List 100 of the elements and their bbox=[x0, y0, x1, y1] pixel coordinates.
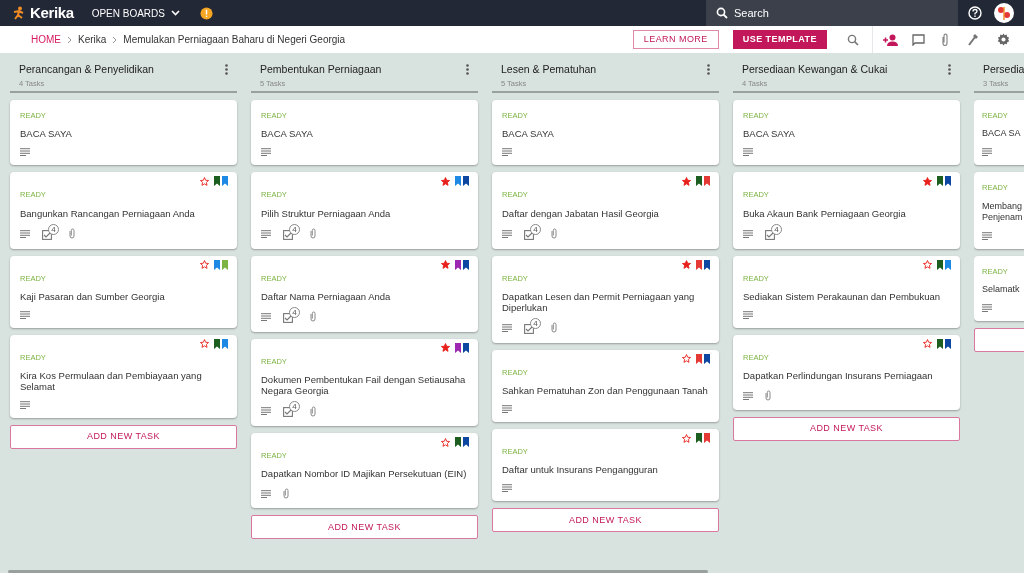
description-icon bbox=[20, 229, 30, 238]
checklist-count: 4 bbox=[289, 306, 300, 318]
star-icon[interactable] bbox=[441, 437, 450, 447]
star-icon[interactable] bbox=[441, 260, 450, 269]
attachment-icon bbox=[551, 322, 557, 334]
search-field[interactable]: Search bbox=[706, 0, 958, 26]
description-icon bbox=[261, 229, 271, 238]
column-title: Perancangan & Penyelidikan bbox=[19, 62, 155, 77]
open-boards-menu[interactable]: OPEN BOARDS bbox=[91, 5, 180, 21]
star-icon[interactable] bbox=[441, 176, 450, 186]
description-icon bbox=[502, 148, 512, 157]
use-template-button[interactable]: USE TEMPLATE bbox=[732, 30, 827, 49]
attachment-icon[interactable] bbox=[941, 32, 949, 47]
task-title: Bangunkan Rancangan Perniagaan Anda bbox=[20, 207, 196, 219]
star-icon[interactable] bbox=[682, 260, 691, 269]
task-title: Buka Akaun Bank Perniagaan Georgia bbox=[743, 207, 907, 219]
star-icon[interactable] bbox=[682, 354, 691, 364]
description-icon bbox=[261, 148, 271, 157]
more-options-icon[interactable] bbox=[948, 64, 951, 75]
description-icon bbox=[743, 310, 753, 319]
column-title: Persediaan Kewangan & Cukai bbox=[742, 62, 889, 77]
task-title: Daftar dengan Jabatan Hasil Georgia bbox=[502, 207, 660, 219]
task-title: Membang Penjenam bbox=[982, 200, 1024, 223]
star-icon[interactable] bbox=[923, 339, 932, 349]
checklist-count: 4 bbox=[289, 401, 300, 412]
star-icon[interactable] bbox=[923, 176, 932, 186]
add-person-icon[interactable] bbox=[883, 33, 898, 46]
description-icon bbox=[743, 148, 753, 157]
add-task-button[interactable]: ADD NEW TASK bbox=[492, 508, 719, 533]
search-icon bbox=[716, 7, 728, 19]
chevron-down-icon bbox=[171, 10, 180, 16]
star-icon[interactable] bbox=[682, 433, 691, 443]
description-icon bbox=[982, 303, 992, 312]
description-icon bbox=[502, 323, 512, 332]
checklist-count: 4 bbox=[530, 223, 541, 235]
description-icon bbox=[982, 231, 992, 240]
description-icon bbox=[502, 229, 512, 238]
task-title: Sediakan Sistem Perakaunan dan Pembukuan bbox=[743, 290, 941, 302]
description-icon bbox=[502, 484, 512, 493]
task-title: BACA SAYA bbox=[502, 128, 555, 140]
add-task-button[interactable]: ADD NEW TASK bbox=[733, 417, 960, 441]
attachment-icon bbox=[551, 228, 557, 239]
checklist-count: 4 bbox=[530, 317, 541, 329]
more-options-icon[interactable] bbox=[225, 64, 228, 75]
task-title: BACA SA bbox=[982, 128, 1022, 140]
task-title: Kira Kos Permulaan dan Pembiayaan yang Selamat bbox=[20, 370, 203, 392]
column-title: Lesen & Pematuhan bbox=[501, 62, 598, 77]
task-title: BACA SAYA bbox=[261, 128, 314, 140]
star-icon[interactable] bbox=[200, 339, 209, 349]
logo-text[interactable]: Kerika bbox=[30, 1, 74, 25]
description-icon bbox=[261, 407, 271, 415]
checklist-count: 4 bbox=[289, 223, 300, 235]
add-task-button[interactable]: ADD NEW TASK bbox=[251, 515, 478, 540]
star-icon[interactable] bbox=[200, 260, 209, 269]
task-title: Daftar Nama Perniagaan Anda bbox=[261, 290, 392, 302]
learn-more-button[interactable]: LEARN MORE bbox=[632, 30, 719, 49]
description-icon bbox=[982, 148, 992, 157]
task-title: BACA SAYA bbox=[20, 128, 73, 140]
horizontal-scrollbar[interactable] bbox=[8, 570, 708, 573]
more-options-icon[interactable] bbox=[466, 64, 469, 75]
more-options-icon[interactable] bbox=[707, 64, 710, 75]
column-title: Persedia bbox=[983, 62, 1024, 77]
star-icon[interactable] bbox=[441, 343, 450, 353]
task-title: Kaji Pasaran dan Sumber Georgia bbox=[20, 290, 166, 302]
avatar[interactable] bbox=[994, 3, 1014, 23]
add-task-button[interactable]: ADD NEW TASK bbox=[10, 425, 237, 449]
description-icon bbox=[20, 310, 30, 319]
description-icon bbox=[20, 148, 30, 157]
attachment-icon bbox=[310, 311, 316, 323]
help-icon[interactable] bbox=[968, 6, 982, 20]
star-icon[interactable] bbox=[200, 176, 209, 186]
comment-icon[interactable] bbox=[912, 33, 925, 46]
breadcrumb-link[interactable]: Kerika bbox=[78, 32, 107, 47]
checklist-count: 4 bbox=[771, 223, 782, 235]
attachment-icon bbox=[69, 228, 75, 239]
chevron-right-icon bbox=[112, 35, 118, 44]
wand-icon[interactable] bbox=[967, 33, 979, 46]
star-icon[interactable] bbox=[682, 176, 691, 186]
task-title: Sahkan Pematuhan Zon dan Penggunaan Tanah bbox=[502, 385, 709, 396]
breadcrumb-link[interactable]: HOME bbox=[31, 32, 61, 47]
settings-icon[interactable] bbox=[997, 33, 1010, 46]
task-title: Dapatkan Nombor ID Majikan Persekutuan (EIN) bbox=[261, 468, 468, 480]
breadcrumb-link[interactable]: Memulakan Perniagaan Baharu di Negeri Georgia bbox=[123, 32, 346, 47]
description-icon bbox=[261, 312, 271, 321]
description-icon bbox=[502, 405, 512, 413]
attachment-icon bbox=[310, 405, 316, 417]
task-title: Daftar untuk Insurans Pengangguran bbox=[502, 464, 659, 476]
description-icon bbox=[261, 489, 271, 498]
column-title: Pembentukan Perniagaan bbox=[260, 62, 383, 77]
chevron-right-icon bbox=[67, 35, 72, 44]
search-icon[interactable] bbox=[847, 33, 859, 46]
logo-figure-icon bbox=[12, 6, 26, 20]
attachment-icon bbox=[310, 228, 316, 239]
task-title: Dapatkan Perlindungan Insurans Perniagaan bbox=[743, 370, 934, 381]
star-icon[interactable] bbox=[923, 260, 932, 269]
alert-badge-icon[interactable] bbox=[200, 6, 213, 20]
attachment-icon bbox=[283, 488, 289, 500]
task-title: Pilih Struktur Perniagaan Anda bbox=[261, 207, 392, 219]
task-title: Dapatkan Lesen dan Permit Perniagaan yang Diperlukan bbox=[502, 290, 696, 313]
checklist-count: 4 bbox=[48, 223, 59, 235]
